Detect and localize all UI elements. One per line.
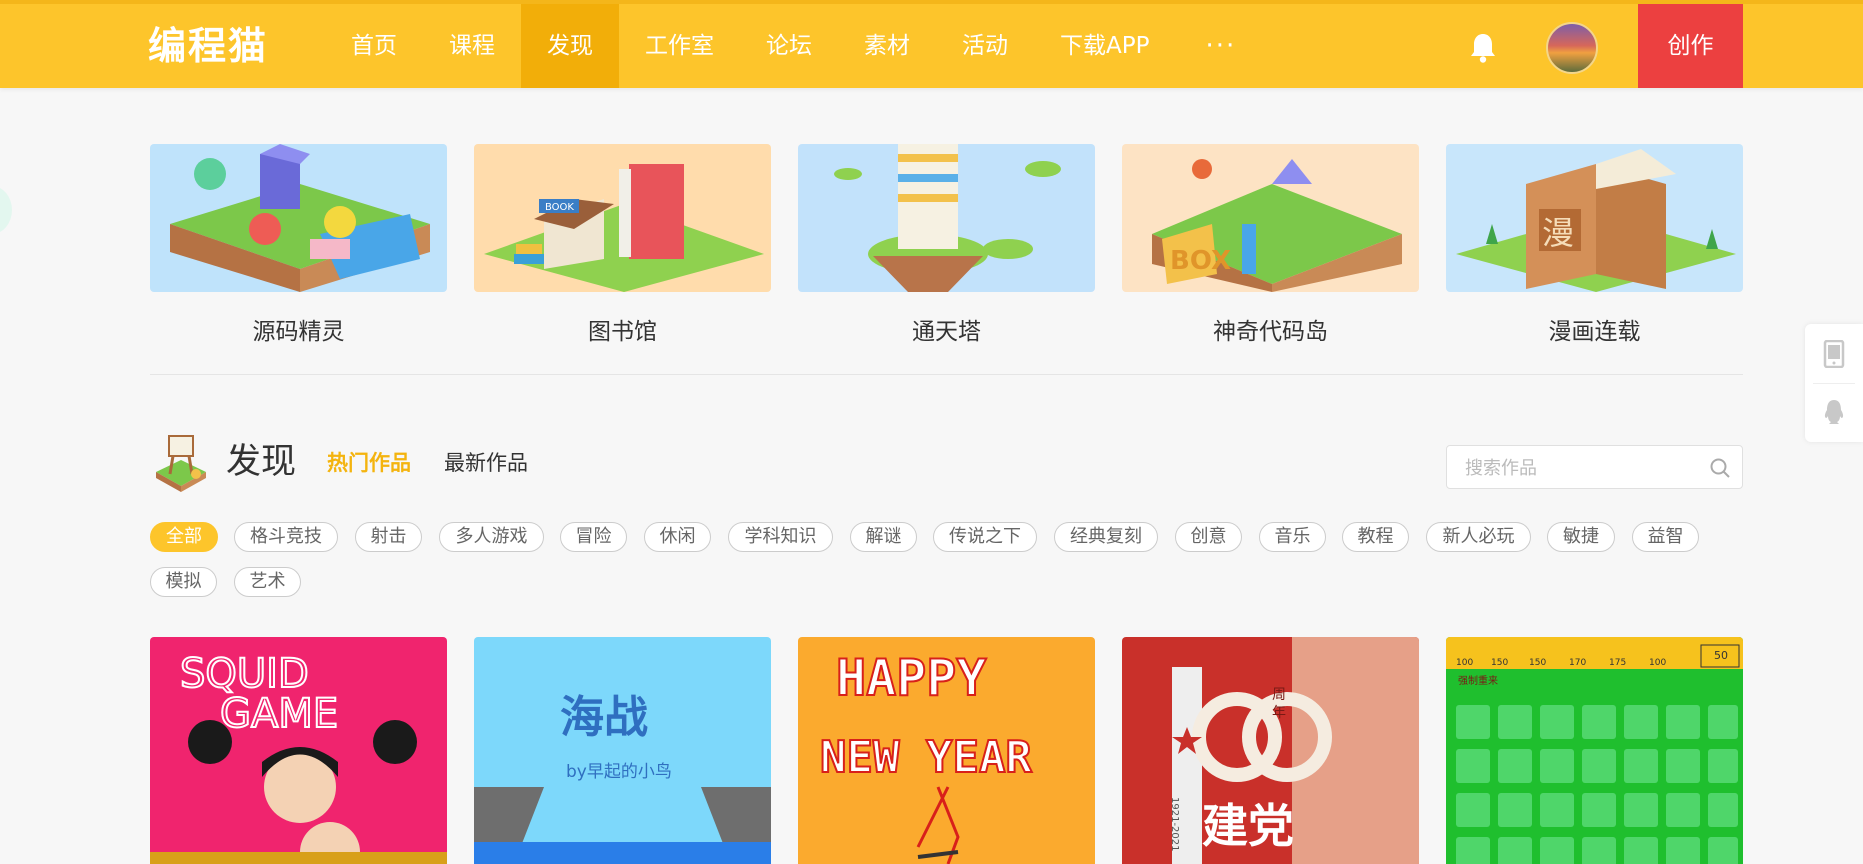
work-cover-party-centenary: 周 年 1921-2021 建党 <box>1122 637 1419 864</box>
category-label: 源码精灵 <box>252 319 345 345</box>
nav-discover[interactable]: 发现 <box>521 4 619 88</box>
category-card-source-sprite[interactable]: 源码精灵 <box>150 144 447 346</box>
floating-assistant-bubble[interactable] <box>0 186 12 234</box>
tag-tutorial[interactable]: 教程 <box>1342 522 1409 552</box>
tag-creative[interactable]: 创意 <box>1175 522 1242 552</box>
tag-classic-remake[interactable]: 经典复刻 <box>1054 522 1158 552</box>
tag-shooting[interactable]: 射击 <box>355 522 422 552</box>
work-cover-naval-battle: 海战 by早起的小鸟 <box>474 637 771 864</box>
magic-code-island-illustration: BOX <box>1122 144 1419 292</box>
section-divider <box>150 374 1743 375</box>
svg-text:BOX: BOX <box>1170 246 1231 276</box>
nav-materials[interactable]: 素材 <box>838 4 936 88</box>
tag-simulation[interactable]: 模拟 <box>150 567 217 597</box>
svg-text:by早起的小鸟: by早起的小鸟 <box>566 762 672 782</box>
category-card-library[interactable]: BOOK 图书馆 <box>474 144 771 346</box>
svg-text:周: 周 <box>1272 687 1286 703</box>
svg-text:建党: 建党 <box>1202 799 1294 853</box>
svg-text:100: 100 <box>1649 658 1666 668</box>
svg-text:150: 150 <box>1491 658 1508 668</box>
nav-courses[interactable]: 课程 <box>423 4 521 88</box>
svg-text:年: 年 <box>1272 705 1286 721</box>
tag-newbie-must-play[interactable]: 新人必玩 <box>1426 522 1531 552</box>
bell-icon[interactable] <box>1468 32 1498 64</box>
work-card[interactable]: SQUID GAME <box>150 637 447 864</box>
category-card-magic-code-island[interactable]: BOX 神奇代码岛 <box>1122 144 1419 346</box>
search-icon[interactable] <box>1709 457 1731 479</box>
category-card-comic-series[interactable]: 漫 漫画连载 <box>1446 144 1743 346</box>
phone-icon[interactable] <box>1822 340 1846 368</box>
work-cover-grid-game: 100 150 150 170 175 100 50 强制重来 <box>1446 637 1743 864</box>
right-float-panel <box>1805 324 1863 442</box>
top-navigation-bar: 编程猫 首页 课程 发现 工作室 论坛 素材 活动 下载APP ··· 创作 <box>0 0 1863 88</box>
work-card[interactable]: 100 150 150 170 175 100 50 强制重来 <box>1446 637 1743 864</box>
works-search-input[interactable] <box>1463 454 1697 482</box>
nav-more-button[interactable]: ··· <box>1175 4 1266 88</box>
svg-text:1921-2021: 1921-2021 <box>1169 797 1180 852</box>
tag-all[interactable]: 全部 <box>150 522 218 552</box>
codemao-logo[interactable]: 编程猫 <box>148 26 268 66</box>
side-panel-separator <box>1813 383 1855 384</box>
svg-text:50: 50 <box>1714 649 1728 662</box>
work-cover-squid-game: SQUID GAME <box>150 637 447 864</box>
library-illustration: BOOK <box>474 144 771 292</box>
work-card[interactable]: HAPPY NEW YEAR <box>798 637 1095 864</box>
svg-text:170: 170 <box>1569 658 1586 668</box>
qq-penguin-icon[interactable] <box>1822 398 1846 426</box>
comic-series-illustration: 漫 <box>1446 144 1743 292</box>
tag-casual[interactable]: 休闲 <box>644 522 711 552</box>
easel-icon <box>156 435 206 492</box>
nav-events[interactable]: 活动 <box>936 4 1034 88</box>
work-cover-happy-new-year: HAPPY NEW YEAR <box>798 637 1095 864</box>
create-button[interactable]: 创作 <box>1638 4 1743 88</box>
tab-popular-works[interactable]: 热门作品 <box>327 449 411 477</box>
source-sprite-illustration <box>150 144 447 292</box>
svg-text:BOOK: BOOK <box>545 202 574 213</box>
category-label: 神奇代码岛 <box>1213 319 1328 345</box>
svg-text:150: 150 <box>1529 658 1546 668</box>
main-nav: 首页 课程 发现 工作室 论坛 素材 活动 下载APP ··· <box>325 4 1266 88</box>
svg-text:NEW YEAR: NEW YEAR <box>820 732 1032 783</box>
nav-home[interactable]: 首页 <box>325 4 423 88</box>
tag-fighting[interactable]: 格斗竞技 <box>234 522 338 552</box>
svg-text:GAME: GAME <box>220 691 338 737</box>
svg-text:海战: 海战 <box>560 692 648 743</box>
tag-brain-teaser[interactable]: 益智 <box>1632 522 1699 552</box>
svg-text:175: 175 <box>1609 658 1626 668</box>
tag-puzzle[interactable]: 解谜 <box>850 522 917 552</box>
tag-adventure[interactable]: 冒险 <box>560 522 627 552</box>
user-avatar[interactable] <box>1546 22 1598 74</box>
nav-studio[interactable]: 工作室 <box>619 4 740 88</box>
category-label: 通天塔 <box>912 319 981 345</box>
tag-multiplayer[interactable]: 多人游戏 <box>439 522 544 552</box>
nav-download-app[interactable]: 下载APP <box>1034 4 1175 88</box>
tag-art[interactable]: 艺术 <box>234 567 301 597</box>
tag-music[interactable]: 音乐 <box>1259 522 1326 552</box>
work-card[interactable]: 周 年 1921-2021 建党 <box>1122 637 1419 864</box>
svg-text:漫: 漫 <box>1542 214 1574 252</box>
tag-subject-knowledge[interactable]: 学科知识 <box>728 522 833 552</box>
discover-title: 发现 <box>226 442 297 482</box>
svg-text:100: 100 <box>1456 658 1473 668</box>
babel-tower-illustration <box>798 144 1095 292</box>
category-card-babel-tower[interactable]: 通天塔 <box>798 144 1095 346</box>
svg-text:强制重来: 强制重来 <box>1458 674 1498 687</box>
work-card[interactable]: 海战 by早起的小鸟 <box>474 637 771 864</box>
tag-agility[interactable]: 敏捷 <box>1547 522 1615 552</box>
nav-forum[interactable]: 论坛 <box>740 4 838 88</box>
category-label: 图书馆 <box>588 319 657 345</box>
svg-text:HAPPY: HAPPY <box>836 649 987 707</box>
tag-undertale[interactable]: 传说之下 <box>933 522 1037 552</box>
category-label: 漫画连载 <box>1548 319 1641 345</box>
tab-latest-works[interactable]: 最新作品 <box>444 449 528 477</box>
works-search-box <box>1446 445 1743 489</box>
